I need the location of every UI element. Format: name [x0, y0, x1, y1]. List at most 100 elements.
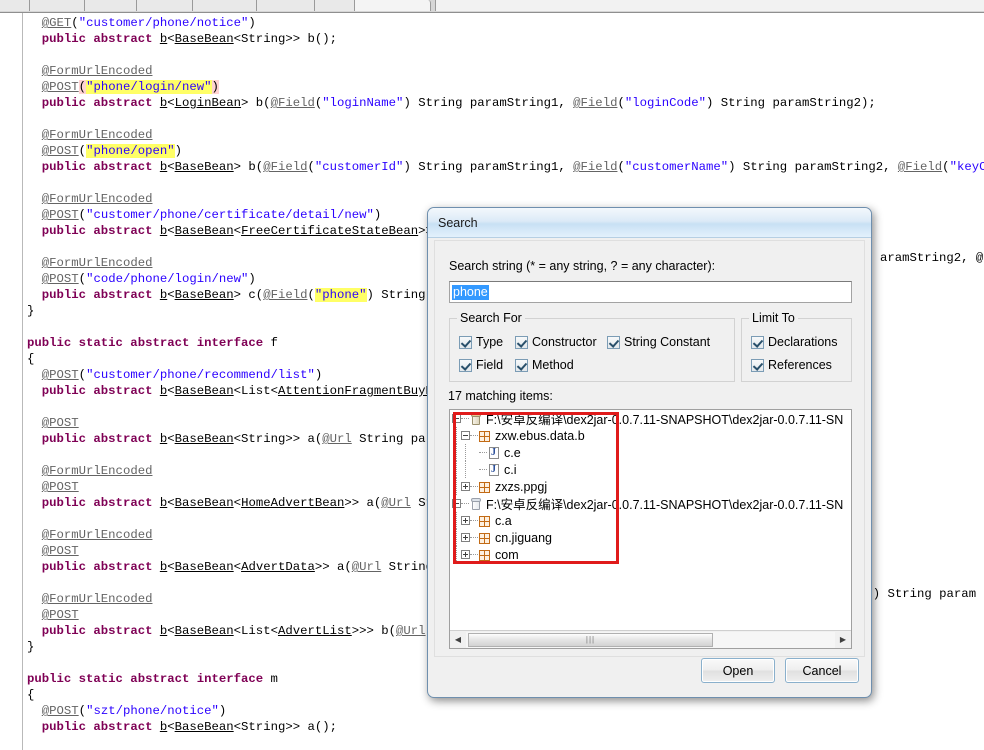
- tree-item[interactable]: c.i: [450, 461, 851, 478]
- scroll-left-arrow[interactable]: ◀: [450, 632, 466, 648]
- code-token: m: [263, 672, 278, 686]
- checkbox-label: Declarations: [768, 335, 838, 349]
- tree-indent-guide: [452, 427, 461, 444]
- checkbox-type[interactable]: Type: [459, 335, 503, 349]
- collapse-icon[interactable]: [461, 431, 470, 440]
- scroll-track[interactable]: |||: [466, 631, 835, 648]
- editor-tab[interactable]: [85, 0, 137, 11]
- tree-item[interactable]: c.e: [450, 444, 851, 461]
- tree-connector: [470, 553, 478, 556]
- tree-indent-guide: [452, 546, 461, 563]
- code-token: ): [248, 16, 256, 30]
- code-token: <: [167, 288, 175, 302]
- code-line: public abstract b<BaseBean<String>> a();: [27, 719, 984, 735]
- checkbox-string-constant[interactable]: String Constant: [607, 335, 710, 349]
- code-token: interface: [196, 672, 264, 686]
- checkbox-method[interactable]: Method: [515, 358, 574, 372]
- code-token: LoginBean: [174, 96, 242, 110]
- tree-item[interactable]: F:\安卓反编译\dex2jar-0.0.7.11-SNAPSHOT\dex2j…: [450, 410, 851, 427]
- code-token: ): [218, 704, 227, 718]
- tree-item[interactable]: zxw.ebus.data.b: [450, 427, 851, 444]
- code-token: @Field: [270, 96, 315, 110]
- code-token: <: [167, 432, 175, 446]
- editor-tab[interactable]: [0, 0, 30, 11]
- tree-connector: [470, 536, 478, 539]
- code-token: @GET: [41, 16, 72, 30]
- tree-horizontal-scrollbar[interactable]: ◀ ||| ▶: [450, 630, 851, 648]
- app-root: @GET ( "customer/phone/notice") public abs…: [0, 0, 984, 750]
- editor-tab[interactable]: [257, 0, 315, 11]
- cancel-button[interactable]: Cancel: [785, 658, 859, 683]
- tree-item[interactable]: F:\安卓反编译\dex2jar-0.0.7.11-SNAPSHOT\dex2j…: [450, 495, 851, 512]
- tree-item[interactable]: cn.jiguang: [450, 529, 851, 546]
- open-button[interactable]: Open: [701, 658, 775, 683]
- editor-tab[interactable]: [137, 0, 193, 11]
- code-token: BaseBean: [174, 624, 234, 638]
- search-dialog[interactable]: Search Search string (* = any string, ? …: [427, 207, 872, 698]
- results-tree[interactable]: F:\安卓反编译\dex2jar-0.0.7.11-SNAPSHOT\dex2j…: [449, 409, 852, 649]
- expand-icon[interactable]: [461, 482, 470, 491]
- checkbox-label: String Constant: [624, 335, 711, 349]
- code-token: <: [167, 496, 175, 510]
- editor-tab[interactable]: [315, 0, 355, 11]
- code-token: ) String paramString2,: [728, 160, 898, 174]
- checkbox-label: Field: [476, 358, 504, 372]
- code-token: AdvertData: [241, 560, 315, 574]
- tree-item[interactable]: com: [450, 546, 851, 563]
- code-token: ): [174, 144, 183, 158]
- code-token: ): [211, 80, 219, 94]
- editor-tab[interactable]: [193, 0, 257, 11]
- code-token: <: [167, 160, 175, 174]
- checkbox-checked-icon: [751, 358, 764, 372]
- scroll-right-arrow[interactable]: ▶: [835, 632, 851, 648]
- checkbox-field[interactable]: Field: [459, 358, 503, 372]
- expand-icon[interactable]: [461, 550, 470, 559]
- tree-connector: [470, 519, 478, 522]
- code-token: <: [167, 384, 175, 398]
- dialog-content-panel: Search string (* = any string, ? = any c…: [434, 240, 865, 657]
- code-token: ): [314, 368, 323, 382]
- code-token: @FormUrlEncoded: [41, 592, 153, 606]
- package-icon: [478, 429, 492, 443]
- tree-item[interactable]: zxzs.ppgj: [450, 478, 851, 495]
- code-token: @Field: [263, 288, 308, 302]
- collapse-icon[interactable]: [452, 414, 461, 423]
- expand-icon[interactable]: [461, 516, 470, 525]
- editor-tab[interactable]: [30, 0, 85, 11]
- code-overflow-text: aramString2, @Fie: [880, 251, 984, 265]
- expand-icon[interactable]: [461, 533, 470, 542]
- code-token: public abstract: [41, 288, 160, 302]
- code-token: "customer/phone/notice": [78, 16, 249, 30]
- scroll-thumb[interactable]: |||: [468, 632, 713, 647]
- code-token: <: [233, 496, 242, 510]
- code-token: (: [78, 704, 87, 718]
- checkbox-declarations[interactable]: Declarations: [751, 335, 837, 349]
- checkbox-checked-icon: [751, 335, 764, 349]
- code-token: BaseBean: [174, 288, 234, 302]
- code-token: <String>> b();: [233, 32, 337, 46]
- code-token: BaseBean: [174, 224, 234, 238]
- code-token: > c(: [233, 288, 264, 302]
- code-token: @POST: [41, 416, 79, 430]
- editor-tab-active[interactable]: [355, 0, 431, 11]
- collapse-icon[interactable]: [452, 499, 461, 508]
- code-token: BaseBean: [174, 32, 234, 46]
- tree-item-label: zxw.ebus.data.b: [495, 428, 585, 443]
- checkbox-references[interactable]: References: [751, 358, 832, 372]
- code-token: interface: [196, 336, 264, 350]
- matching-items-label: 17 matching items:: [448, 389, 553, 403]
- tree-item[interactable]: c.a: [450, 512, 851, 529]
- code-token: >>> b(: [351, 624, 397, 638]
- tree-indent-guide: [452, 529, 461, 546]
- checkbox-constructor[interactable]: Constructor: [515, 335, 597, 349]
- code-token: public abstract: [41, 496, 160, 510]
- search-input[interactable]: phone: [449, 281, 852, 303]
